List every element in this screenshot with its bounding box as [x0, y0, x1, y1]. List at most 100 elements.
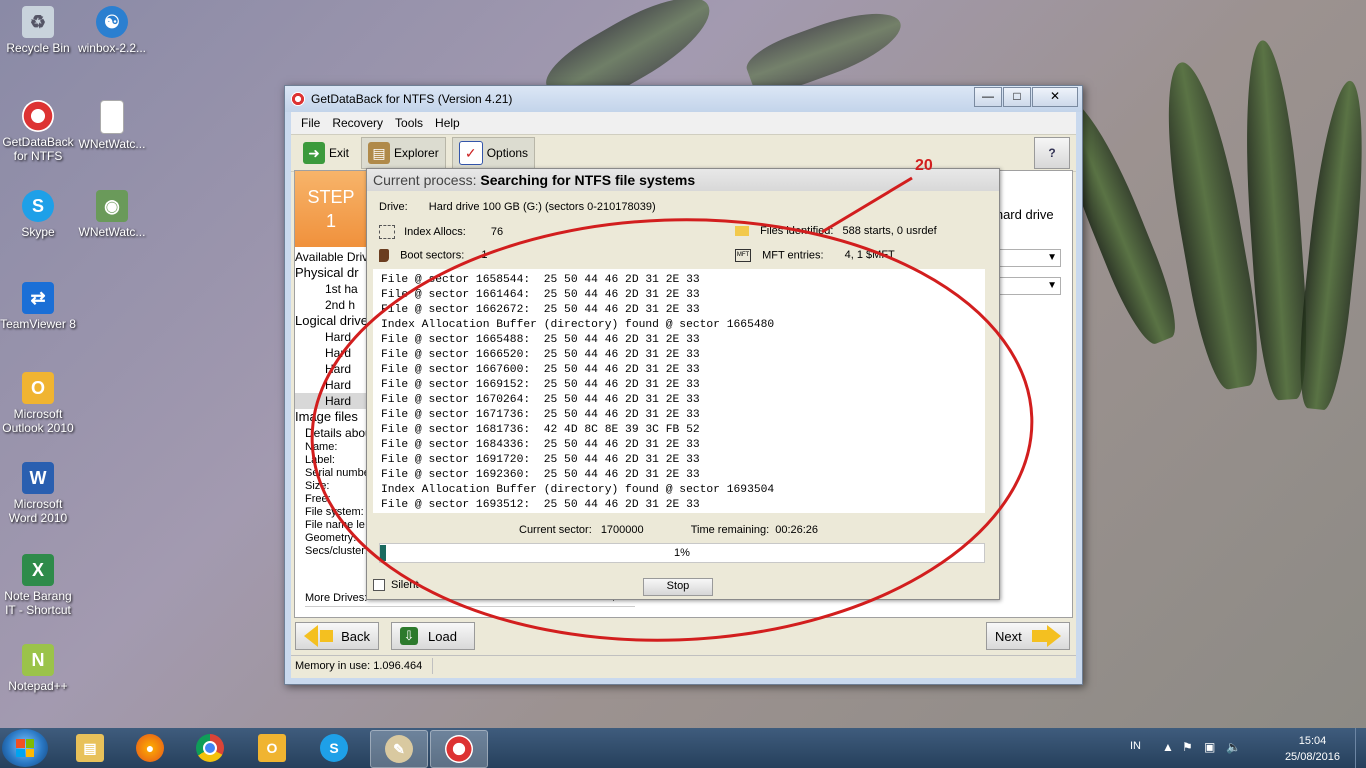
help-button[interactable]: ? — [1034, 137, 1070, 169]
desktop-icon-label: TeamViewer 8 — [0, 317, 76, 331]
show-desktop-button[interactable] — [1355, 728, 1366, 768]
menu-file[interactable]: File — [301, 116, 320, 130]
log-line: File @ sector 1670264: 25 50 44 46 2D 31… — [381, 394, 700, 406]
detail-label: Serial numbe — [305, 467, 367, 479]
minimize-button[interactable]: — — [974, 87, 1002, 107]
time-remaining-value: 00:26:26 — [775, 524, 819, 536]
current-sector-value: 1700000 — [600, 524, 644, 536]
arrow-right-icon — [1047, 625, 1061, 647]
file-icon — [100, 100, 124, 134]
chevron-down-icon: ▼ — [1047, 280, 1057, 291]
wallpaper-pine-needle — [1292, 78, 1366, 412]
flag-icon[interactable]: ⚑ — [1182, 740, 1193, 754]
network-icon[interactable]: ▣ — [1204, 740, 1215, 754]
desktop-icon-notepadpp[interactable]: N Notepad++ — [0, 644, 76, 693]
exit-label: Exit — [329, 146, 350, 160]
clock[interactable]: 15:04 25/08/2016 — [1285, 733, 1340, 765]
windows-logo-icon — [16, 739, 34, 757]
exit-button[interactable]: ➜ Exit — [297, 138, 355, 168]
desktop-icon-skype[interactable]: S Skype — [0, 190, 76, 239]
menu-recovery[interactable]: Recovery — [332, 116, 383, 130]
mft-entries-info: MFT MFT entries: 4, 1 $MFT — [735, 249, 895, 262]
desktop-icon-teamviewer[interactable]: ⇄ TeamViewer 8 — [0, 282, 76, 331]
log-line: File @ sector 1667600: 25 50 44 46 2D 31… — [381, 364, 700, 376]
tray-expand-icon[interactable]: ▲ — [1162, 740, 1174, 754]
drive-select-dropdown[interactable]: ▼ — [995, 249, 1061, 267]
detail-label: File name le — [305, 519, 365, 531]
tree-physical-drives[interactable]: Physical dr — [295, 265, 367, 281]
log-line: File @ sector 1684336: 25 50 44 46 2D 31… — [381, 439, 700, 451]
option-select-dropdown[interactable]: ▼ — [995, 277, 1061, 295]
current-process-label: Current process: — [373, 172, 477, 188]
drive-tree: Available Drive Physical dr 1st ha 2nd h… — [295, 249, 367, 617]
notepadpp-icon: N — [22, 644, 54, 676]
language-indicator[interactable]: IN — [1130, 740, 1141, 752]
tree-item-drive[interactable]: Hard — [295, 345, 367, 361]
desktop-icon-getdataback[interactable]: GetDataBack for NTFS — [0, 100, 76, 163]
paint-icon: ✎ — [385, 735, 413, 763]
desktop-icon-label: Notepad++ — [8, 679, 68, 693]
stop-button[interactable]: Stop — [643, 578, 713, 596]
tree-logical-drives[interactable]: Logical drive — [295, 313, 367, 329]
taskbar-firefox[interactable]: ● — [122, 730, 178, 766]
load-button[interactable]: ⇩ Load — [391, 622, 475, 650]
silent-checkbox[interactable]: Silent — [373, 579, 419, 591]
memory-status: Memory in use: 1.096.464 — [295, 660, 423, 672]
desktop-icon-outlook[interactable]: O Microsoft Outlook 2010 — [0, 372, 76, 435]
taskbar-paint[interactable]: ✎ — [370, 730, 428, 768]
desktop-icon-word[interactable]: W Microsoft Word 2010 — [0, 462, 76, 525]
explorer-button[interactable]: ▤ Explorer — [361, 137, 446, 169]
process-header: Current process: Searching for NTFS file… — [367, 169, 999, 191]
taskbar-getdataback[interactable] — [430, 730, 488, 768]
files-identified-value: 588 starts, 0 usrdef — [842, 225, 937, 237]
log-line: Index Allocation Buffer (directory) foun… — [381, 484, 775, 496]
log-line: File @ sector 1671736: 25 50 44 46 2D 31… — [381, 409, 700, 421]
volume-muted-icon[interactable]: 🔈 — [1226, 740, 1241, 754]
minimize-icon: — — [982, 89, 994, 103]
load-label: Load — [428, 628, 457, 644]
log-line: File @ sector 1681736: 42 4D 8C 8E 39 3C… — [381, 424, 700, 436]
log-line: File @ sector 1669152: 25 50 44 46 2D 31… — [381, 379, 700, 391]
back-button[interactable]: Back — [295, 622, 379, 650]
scan-log[interactable]: File @ sector 1658544: 25 50 44 46 2D 31… — [373, 269, 985, 513]
tree-item-drive-selected[interactable]: Hard — [295, 393, 367, 409]
desktop-icon-winbox[interactable]: ☯ winbox-2.2... — [74, 6, 150, 55]
arrow-left-icon — [320, 630, 334, 642]
start-button[interactable] — [2, 729, 48, 767]
tree-image-files[interactable]: Image files — [295, 409, 367, 425]
tree-item-drive[interactable]: 2nd h — [295, 297, 367, 313]
tree-item-drive[interactable]: Hard — [295, 329, 367, 345]
tree-item-drive[interactable]: Hard — [295, 377, 367, 393]
detail-label: Size: — [305, 480, 330, 492]
help-icon: ? — [1048, 146, 1056, 160]
log-line: File @ sector 1661464: 25 50 44 46 2D 31… — [381, 289, 700, 301]
next-button[interactable]: Next — [986, 622, 1070, 650]
annotation-number: 20 — [915, 157, 933, 174]
menu-tools[interactable]: Tools — [395, 116, 423, 130]
taskbar-chrome[interactable] — [182, 730, 238, 766]
taskbar-skype[interactable]: S — [306, 730, 362, 766]
close-icon: ✕ — [1049, 89, 1061, 103]
desktop-icon-recycle-bin[interactable]: ♻ Recycle Bin — [0, 6, 76, 55]
back-label: Back — [341, 628, 370, 644]
status-separator — [432, 658, 434, 675]
desktop-icon-label: Microsoft Word 2010 — [8, 497, 68, 525]
chevron-down-icon: ▼ — [1047, 252, 1057, 263]
tree-item-drive[interactable]: Hard — [295, 361, 367, 377]
desktop-icon-wnetwatcher[interactable]: ◉ WNetWatc... — [74, 190, 150, 239]
detail-label: Secs/cluster: — [305, 545, 367, 557]
desktop-icon-label: WNetWatc... — [78, 225, 146, 239]
maximize-button[interactable]: □ — [1003, 87, 1031, 107]
desktop-icon-note-barang[interactable]: X Note Barang IT - Shortcut — [0, 554, 76, 617]
desktop-icon-wnetwatcher-file[interactable]: WNetWatc... — [74, 100, 150, 151]
taskbar-explorer[interactable]: ▤ — [62, 730, 118, 766]
recycle-bin-icon: ♻ — [22, 6, 54, 38]
mft-icon: MFT — [735, 249, 751, 262]
taskbar-outlook[interactable]: O — [244, 730, 300, 766]
detail-label: Geometry: — [305, 532, 357, 544]
window-titlebar[interactable]: GetDataBack for NTFS (Version 4.21) — □ … — [285, 86, 1082, 112]
options-button[interactable]: ✓ Options — [451, 137, 536, 169]
close-button[interactable]: ✕ — [1032, 87, 1078, 107]
menu-help[interactable]: Help — [435, 116, 460, 130]
tree-item-drive[interactable]: 1st ha — [295, 281, 367, 297]
